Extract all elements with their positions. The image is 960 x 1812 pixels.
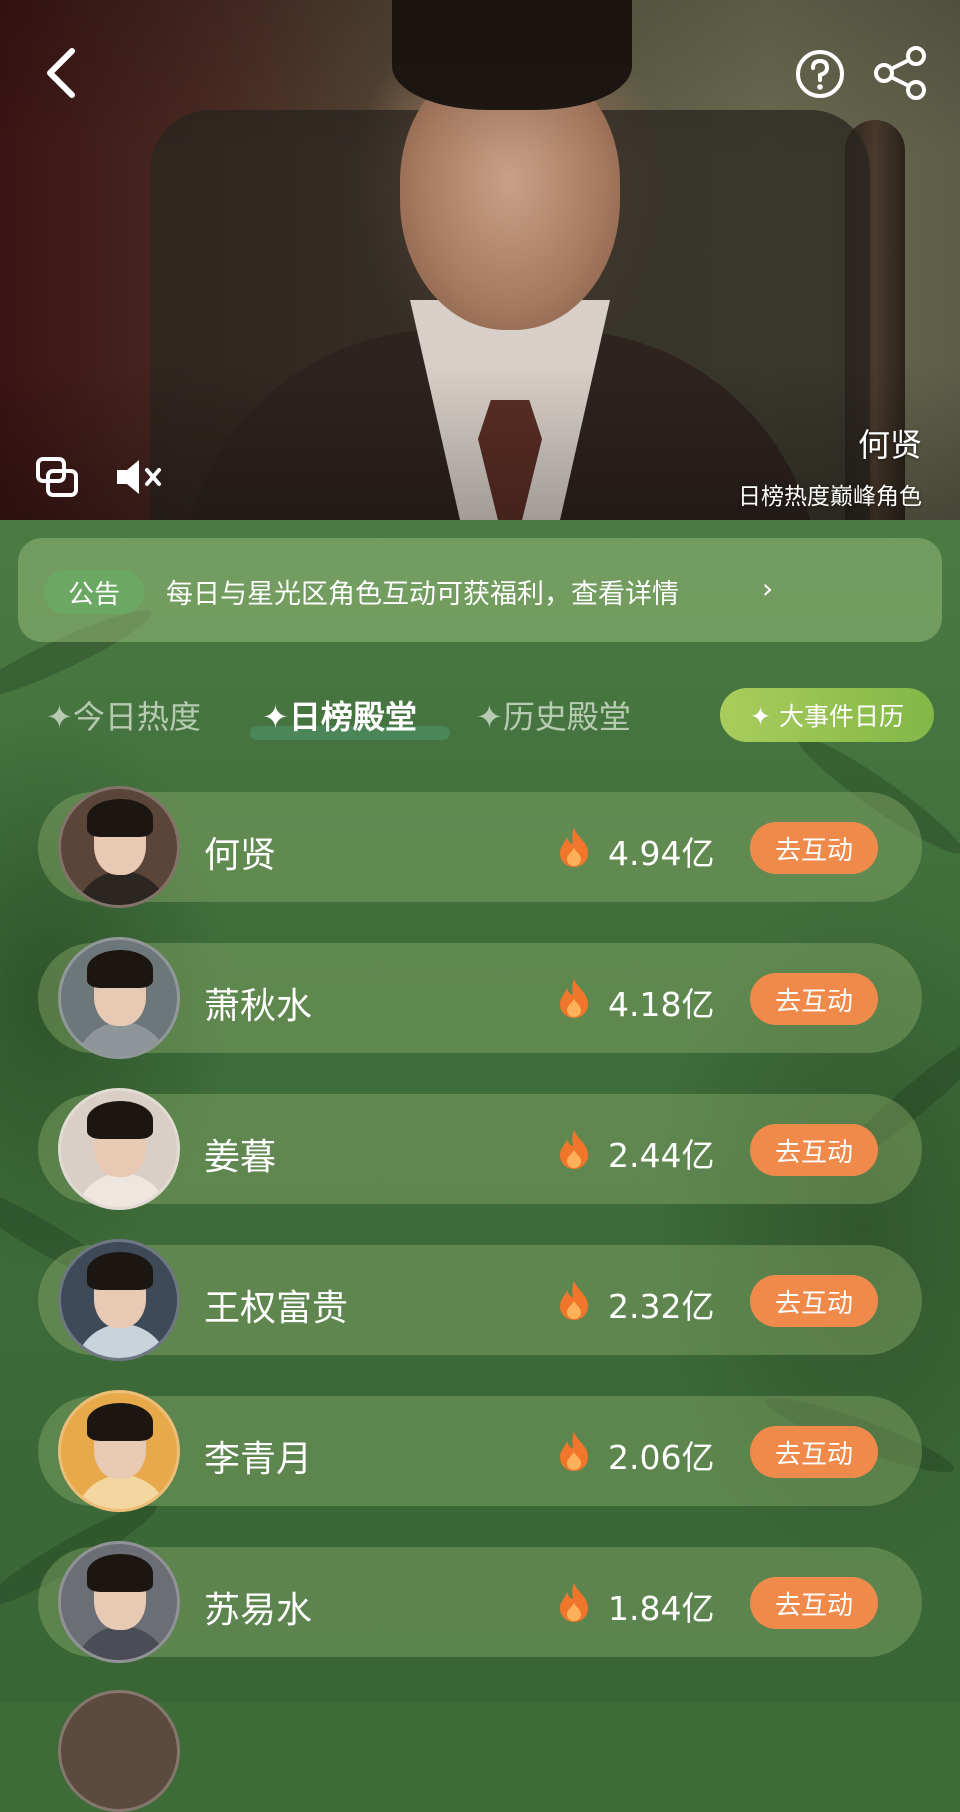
- share-button[interactable]: [870, 42, 932, 104]
- back-arrow-icon: [47, 48, 75, 98]
- character-name: 萧秋水: [204, 986, 313, 1027]
- chevron-right-icon: ›: [762, 572, 774, 605]
- pip-button[interactable]: [32, 452, 82, 502]
- character-name: 姜暮: [204, 1137, 277, 1178]
- mute-icon: [117, 460, 161, 494]
- picture-in-picture-icon: [36, 457, 78, 497]
- character-name: 王权富贵: [204, 1288, 349, 1329]
- hero-character-name: 何贤: [857, 426, 922, 464]
- character-name: 苏易水: [204, 1590, 313, 1631]
- heat-value: 2.44亿: [608, 1136, 715, 1175]
- interact-button[interactable]: 去互动: [750, 822, 878, 874]
- flame-icon: [560, 1583, 588, 1622]
- tab-today-heat[interactable]: ✦今日热度: [46, 692, 201, 738]
- help-circle-icon: [796, 50, 844, 98]
- avatar[interactable]: [58, 1390, 180, 1512]
- avatar[interactable]: [58, 786, 180, 908]
- avatar[interactable]: [58, 1690, 180, 1812]
- heat-value: 4.94亿: [608, 834, 715, 873]
- tab-daily-hall[interactable]: ✦日榜殿堂: [262, 692, 417, 738]
- mute-button[interactable]: [110, 452, 170, 502]
- interact-button[interactable]: 去互动: [750, 973, 878, 1025]
- flame-icon: [560, 1130, 588, 1169]
- flame-icon: [560, 1281, 588, 1320]
- heat-value: 2.32亿: [608, 1287, 715, 1326]
- interact-button[interactable]: 去互动: [750, 1124, 878, 1176]
- flame-icon: [560, 979, 588, 1018]
- back-button[interactable]: [36, 38, 86, 108]
- flame-icon: [560, 828, 588, 867]
- hero-subtitle: 日榜热度巅峰角色: [738, 484, 922, 510]
- interact-button[interactable]: 去互动: [750, 1577, 878, 1629]
- avatar[interactable]: [58, 1239, 180, 1361]
- character-name: 何贤: [204, 835, 277, 876]
- flame-icon: [560, 1432, 588, 1471]
- share-icon: [874, 46, 926, 100]
- avatar[interactable]: [58, 1088, 180, 1210]
- heat-value: 1.84亿: [608, 1589, 715, 1628]
- event-calendar-button[interactable]: ✦ 大事件日历: [720, 688, 934, 742]
- announcement-badge: 公告: [44, 570, 144, 614]
- avatar[interactable]: [58, 937, 180, 1059]
- tab-history-hall[interactable]: ✦历史殿堂: [476, 692, 631, 738]
- heat-value: 4.18亿: [608, 985, 715, 1024]
- avatar[interactable]: [58, 1541, 180, 1663]
- heat-value: 2.06亿: [608, 1438, 715, 1477]
- help-button[interactable]: [792, 46, 848, 102]
- character-name: 李青月: [204, 1439, 313, 1480]
- interact-button[interactable]: 去互动: [750, 1275, 878, 1327]
- announcement-text[interactable]: 每日与星光区角色互动可获福利，查看详情: [166, 572, 679, 611]
- interact-button[interactable]: 去互动: [750, 1426, 878, 1478]
